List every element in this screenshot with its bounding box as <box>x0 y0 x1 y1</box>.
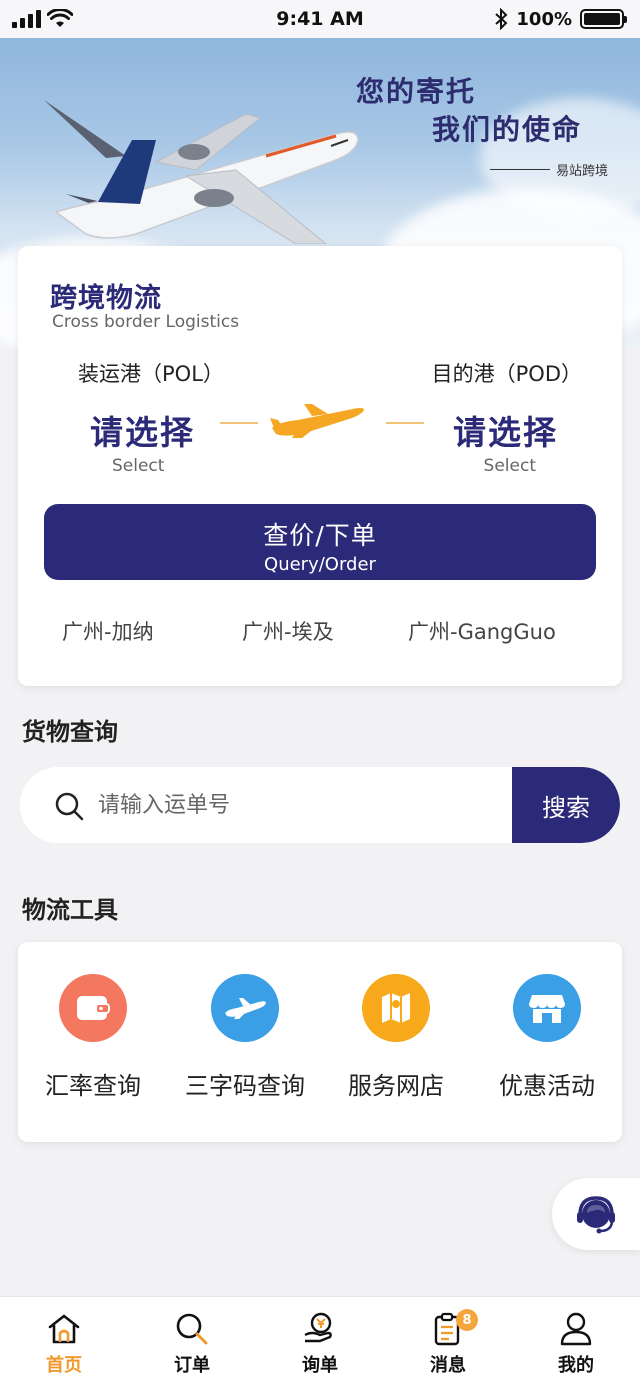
banner-slogan-line2: 我们的使命 <box>432 113 583 146</box>
logistics-card: 跨境物流 Cross border Logistics 装运港（POL） 目的港… <box>18 246 622 686</box>
tool-exchange-rate[interactable]: 汇率查询 <box>18 974 168 1101</box>
status-right: 100% <box>494 8 627 30</box>
pod-select[interactable]: 请选择 <box>453 406 558 454</box>
query-order-label-en: Query/Order <box>264 554 376 575</box>
battery-icon <box>580 9 627 29</box>
user-icon <box>560 1312 592 1346</box>
nav-messages[interactable]: 8 消息 <box>384 1297 512 1386</box>
wifi-icon <box>47 9 73 27</box>
banner-signature: 易站跨境 <box>490 160 608 179</box>
search-input[interactable] <box>98 781 498 829</box>
nav-label: 我的 <box>558 1355 594 1376</box>
search-bar: 搜索 <box>20 767 620 843</box>
battery-fill <box>584 13 620 25</box>
home-icon <box>48 1314 80 1344</box>
cargo-section-title: 货物查询 <box>22 718 118 746</box>
nav-label: 消息 <box>430 1355 466 1376</box>
customer-service-button[interactable] <box>552 1178 640 1250</box>
message-badge: 8 <box>456 1309 478 1331</box>
logistics-subtitle: Cross border Logistics <box>52 312 240 332</box>
pod-select-en: Select <box>483 456 536 476</box>
nav-orders[interactable]: 订单 <box>128 1297 256 1386</box>
airplane-icon <box>211 974 279 1042</box>
search-icon <box>176 1313 208 1345</box>
pod-label: 目的港（POD） <box>431 362 582 386</box>
logistics-title: 跨境物流 <box>50 283 162 314</box>
pol-select-en: Select <box>112 456 165 476</box>
tool-label: 三字码查询 <box>185 1072 305 1100</box>
tool-label: 优惠活动 <box>499 1072 595 1100</box>
bluetooth-icon <box>495 8 508 30</box>
query-order-label: 查价/下单 <box>263 521 377 550</box>
status-left <box>12 9 73 29</box>
banner-slogan-line1: 您的寄托 <box>356 75 477 108</box>
store-icon <box>513 974 581 1042</box>
pol-label: 装运港（POL） <box>78 362 224 386</box>
status-bar: 9:41 AM 100% <box>0 0 640 38</box>
route-dash-left <box>220 422 258 424</box>
tool-label: 服务网店 <box>348 1072 444 1100</box>
bottom-nav: 首页 订单 询单 8 消息 我的 <box>0 1296 640 1386</box>
tools-section-title: 物流工具 <box>22 896 118 924</box>
nav-inquiry[interactable]: 询单 <box>256 1297 384 1386</box>
tools-card: 汇率查询 三字码查询 服务网店 优惠活动 <box>18 942 622 1142</box>
search-button[interactable]: 搜索 <box>512 767 620 843</box>
nav-label: 首页 <box>46 1355 82 1376</box>
headset-icon <box>577 1196 615 1234</box>
map-icon <box>362 974 430 1042</box>
route-link-egypt[interactable]: 广州-埃及 <box>242 616 334 646</box>
nav-home[interactable]: 首页 <box>0 1297 128 1386</box>
search-icon <box>55 792 84 821</box>
tool-iata-code[interactable]: 三字码查询 <box>170 974 320 1101</box>
airplane-icon <box>270 404 364 438</box>
pol-select[interactable]: 请选择 <box>90 406 195 454</box>
battery-percent: 100% <box>516 8 572 30</box>
nav-profile[interactable]: 我的 <box>512 1297 640 1386</box>
route-link-ghana[interactable]: 广州-加纳 <box>62 616 154 646</box>
wallet-icon <box>59 974 127 1042</box>
nav-label: 询单 <box>302 1355 338 1376</box>
route-dash-right <box>386 422 424 424</box>
query-order-button[interactable]: 查价/下单 Query/Order <box>44 504 596 580</box>
route-link-gangguo[interactable]: 广州-GangGuo <box>408 616 556 646</box>
nav-label: 订单 <box>174 1355 210 1376</box>
airplane-illustration <box>44 100 359 244</box>
tool-service-store[interactable]: 服务网店 <box>321 974 471 1101</box>
tool-label: 汇率查询 <box>45 1072 141 1100</box>
tool-promotions[interactable]: 优惠活动 <box>472 974 622 1101</box>
signal-icon <box>12 10 41 28</box>
yen-hand-icon <box>304 1312 332 1343</box>
